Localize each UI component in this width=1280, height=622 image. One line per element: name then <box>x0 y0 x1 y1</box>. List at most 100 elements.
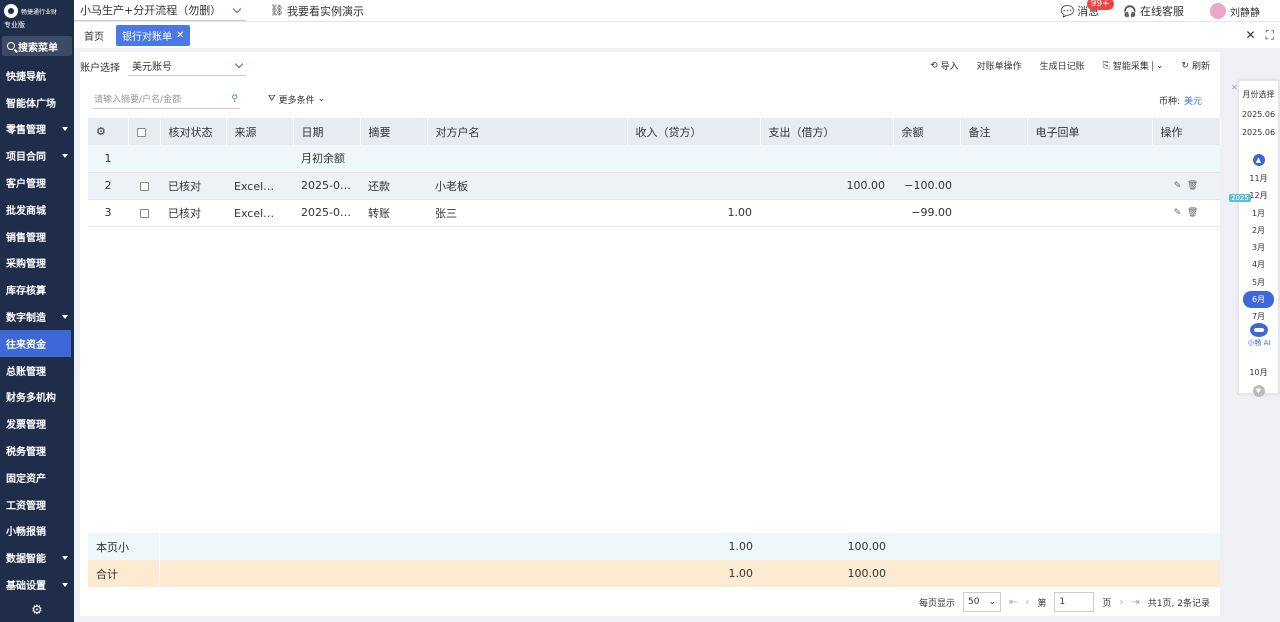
col-counterparty[interactable]: 对方户名 <box>427 118 628 145</box>
delete-icon[interactable]: 🗑 <box>1187 181 1198 191</box>
edit-icon[interactable]: ✎ <box>1174 208 1182 218</box>
sidebar-item[interactable]: 零售管理 <box>0 116 74 143</box>
edit-icon[interactable]: ✎ <box>1174 181 1182 191</box>
col-source[interactable]: 来源 <box>226 118 294 145</box>
toolbar: ⟲ 导入 对账单操作 生成日记账 ⎘ 智能采集 ⌄ ↻ 刷新 <box>930 59 1210 72</box>
user-name: 刘静静 <box>1230 7 1260 19</box>
sidebar-item[interactable]: 快捷导航 <box>0 62 74 89</box>
sidebar-item[interactable]: 总账管理 <box>0 357 74 384</box>
column-settings-icon[interactable]: ⚙ <box>88 118 129 145</box>
ai-assistant-button[interactable]: 小畅 AI <box>1241 323 1277 353</box>
range-end[interactable]: 2025.06 <box>1239 124 1278 142</box>
col-balance[interactable]: 余额 <box>893 118 961 145</box>
month-item[interactable]: 5月 <box>1239 274 1278 291</box>
gear-icon[interactable]: ⚙ <box>0 603 74 618</box>
table-row[interactable]: 1 月初余额 <box>88 145 1220 173</box>
per-page-value: 50 <box>968 597 980 607</box>
col-remark[interactable]: 备注 <box>960 118 1028 145</box>
col-expense[interactable]: 支出（借方） <box>760 118 894 145</box>
logo: 畅捷通行业财 专业版 <box>0 0 74 34</box>
range-start[interactable]: 2025.06 <box>1239 106 1278 124</box>
row-checkbox[interactable] <box>128 172 160 200</box>
sidebar: 畅捷通行业财 专业版 搜索菜单 快捷导航 智能体广场 零售管理 项目合同 客户管理 批发商… <box>0 0 74 622</box>
col-status[interactable]: 核对状态 <box>160 118 227 145</box>
last-page-button[interactable]: ⇥ <box>1131 597 1139 608</box>
sidebar-item[interactable]: 数字制造 <box>0 303 74 330</box>
user-menu[interactable]: 刘静静 <box>1210 3 1260 19</box>
cell-date: 2025-06-12 <box>293 199 360 227</box>
sidebar-item[interactable]: 销售管理 <box>0 223 74 250</box>
row-checkbox[interactable] <box>128 199 160 227</box>
sidebar-item[interactable]: 数据智能 <box>0 544 74 571</box>
tab-bank-statement[interactable]: 银行对账单 ✕ <box>116 24 191 46</box>
per-page-select[interactable]: 50 ⌄ <box>963 592 1001 612</box>
pager-summary: 共1页, 2条记录 <box>1147 598 1210 609</box>
more-conditions-button[interactable]: ⛛ 更多条件 ⌄ <box>268 93 325 106</box>
sidebar-item[interactable]: 税务管理 <box>0 437 74 464</box>
filter-icon: ⛛ <box>268 94 276 104</box>
search-placeholder: 请输入摘要/户名/金额 <box>94 95 182 105</box>
sidebar-item[interactable]: 往来资金 <box>0 329 71 357</box>
sidebar-item[interactable]: 库存核算 <box>0 276 74 303</box>
sidebar-item[interactable]: 固定资产 <box>0 464 74 491</box>
close-all-icon[interactable]: ✕ <box>1246 28 1256 43</box>
next-page-button[interactable]: › <box>1119 597 1123 608</box>
sidebar-item[interactable]: 项目合同 <box>0 142 74 169</box>
sidebar-item[interactable]: 批发商城 <box>0 196 74 223</box>
table-row[interactable]: 2 已核对 Excel导入 2025-06-12 还款 小老板 100.00 −… <box>88 172 1220 200</box>
smart-collect-button[interactable]: ⎘ 智能采集 ⌄ <box>1103 59 1164 72</box>
search-menu-label: 搜索菜单 <box>18 42 58 54</box>
search-input[interactable]: 请输入摘要/户名/金额 ⚲ <box>92 89 240 109</box>
col-date[interactable]: 日期 <box>293 118 361 145</box>
select-all-checkbox[interactable] <box>128 118 161 145</box>
prev-page-button[interactable]: ‹ <box>1025 597 1029 608</box>
month-item[interactable]: 6月 <box>1243 291 1274 309</box>
month-item[interactable]: 2月 <box>1239 222 1278 239</box>
search-menu-button[interactable]: 搜索菜单 <box>2 36 72 56</box>
generate-journal-button[interactable]: 生成日记账 <box>1040 59 1085 72</box>
company-select[interactable]: 小马生产+分开流程（勿删） <box>74 1 246 21</box>
month-item[interactable]: 10月 <box>1239 364 1278 381</box>
month-item[interactable]: 11月 <box>1239 170 1278 187</box>
chevron-down-icon <box>234 59 244 69</box>
fullscreen-icon[interactable]: ⛶ <box>1266 28 1274 43</box>
month-item[interactable]: 1月 <box>1239 205 1278 222</box>
online-service-button[interactable]: 🎧 在线客服 <box>1123 3 1184 19</box>
first-page-button[interactable]: ⇤ <box>1009 597 1017 608</box>
month-item[interactable]: 3月 <box>1239 239 1278 256</box>
chevron-down-icon[interactable]: ▼ <box>1252 384 1265 397</box>
messages-button[interactable]: 💬 消息 99+ <box>1061 0 1114 19</box>
brand-name: 畅捷通行业财 <box>21 8 58 16</box>
col-summary[interactable]: 摘要 <box>360 118 428 145</box>
col-income[interactable]: 收入（贷方） <box>627 118 761 145</box>
close-icon[interactable]: ✕ <box>1231 83 1238 92</box>
page-input[interactable]: 1 <box>1054 592 1095 612</box>
sidebar-item[interactable]: 智能体广场 <box>0 89 74 116</box>
currency-value[interactable]: 美元 <box>1184 97 1202 107</box>
sidebar-item[interactable]: 基础设置 <box>0 571 74 598</box>
cell-summary <box>360 145 427 173</box>
tab-home[interactable]: 首页 <box>78 25 110 46</box>
chevron-up-icon[interactable]: ▲ <box>1252 154 1265 166</box>
search-icon[interactable]: ⚲ <box>231 94 238 104</box>
sidebar-item[interactable]: 财务多机构 <box>0 384 74 411</box>
reconcile-button[interactable]: 对账单操作 <box>977 59 1022 72</box>
chevron-down-icon[interactable]: ⌄ <box>1156 61 1164 71</box>
sidebar-item[interactable]: 采购管理 <box>0 250 74 277</box>
import-button[interactable]: ⟲ 导入 <box>930 59 959 73</box>
account-select[interactable]: 美元账号 <box>128 56 246 76</box>
cell-income <box>627 172 760 200</box>
col-receipt[interactable]: 电子回单 <box>1027 118 1153 145</box>
demo-link[interactable]: ⛓ 我要看实例演示 <box>270 3 364 19</box>
sidebar-item[interactable]: 工资管理 <box>0 491 74 518</box>
sidebar-item[interactable]: 发票管理 <box>0 410 74 437</box>
table-row[interactable]: 3 已核对 Excel导入 2025-06-12 转账 张三 1.00 −99.… <box>88 199 1220 227</box>
sidebar-item[interactable]: 客户管理 <box>0 169 74 196</box>
refresh-button[interactable]: ↻ 刷新 <box>1181 59 1210 73</box>
sidebar-item[interactable]: 小畅报销 <box>0 518 74 545</box>
currency-indicator: 币种: 美元 <box>1159 94 1202 107</box>
month-item[interactable]: 4月 <box>1239 256 1278 273</box>
close-icon[interactable]: ✕ <box>176 30 184 41</box>
row-number: 2 <box>88 172 128 200</box>
delete-icon[interactable]: 🗑 <box>1187 208 1198 218</box>
